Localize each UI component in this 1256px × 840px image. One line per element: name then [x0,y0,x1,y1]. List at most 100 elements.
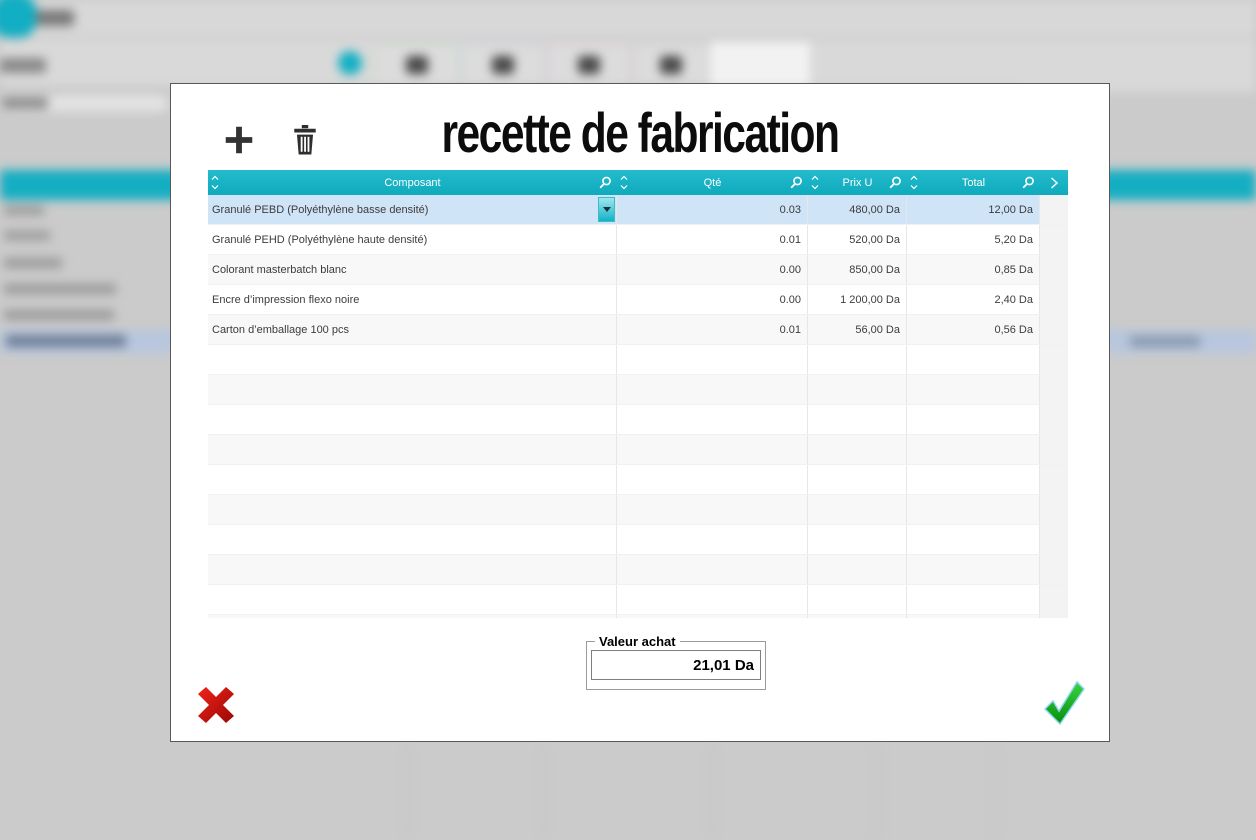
cell-composant[interactable] [208,495,617,524]
column-header-composant[interactable]: Composant [208,170,617,195]
cell-qte[interactable]: 0.01 [617,315,808,344]
cell-qte[interactable] [617,525,808,554]
table-row-empty[interactable] [208,375,1068,405]
cell-qte[interactable] [617,585,808,614]
cell-qte[interactable]: 0.03 [617,195,808,224]
cell-composant[interactable]: Colorant masterbatch blanc [208,255,617,284]
table-row-empty[interactable] [208,465,1068,495]
cell-qte[interactable]: 0.00 [617,285,808,314]
cell-composant[interactable] [208,615,617,618]
background-toolbar-icon [338,51,362,75]
cell-composant[interactable] [208,465,617,494]
cell-qte[interactable] [617,435,808,464]
cell-qte[interactable]: 0.00 [617,255,808,284]
cell-composant[interactable]: Carton d’emballage 100 pcs [208,315,617,344]
cell-qte[interactable] [617,555,808,584]
cell-qte[interactable] [617,495,808,524]
cell-total[interactable] [907,585,1040,614]
cancel-button[interactable] [191,682,241,730]
red-cross-icon [193,684,239,728]
confirm-button[interactable] [1039,678,1089,728]
cell-composant[interactable]: Granulé PEBD (Polyéthylène basse densité… [208,195,617,224]
background-toolbar-button [546,44,632,86]
cell-prix-u[interactable] [808,465,907,494]
background-column-line [995,742,998,840]
table-row-empty[interactable] [208,345,1068,375]
column-header-prix-u[interactable]: Prix U [808,170,907,195]
cell-composant[interactable] [208,435,617,464]
cell-composant[interactable] [208,375,617,404]
cell-qte[interactable]: 0.01 [617,225,808,254]
header-expand-button[interactable] [1040,170,1068,195]
composant-dropdown-button[interactable] [598,197,615,222]
cell-prix-u[interactable] [808,345,907,374]
cell-qte[interactable] [617,405,808,434]
cell-total[interactable] [907,405,1040,434]
cell-total[interactable]: 0,56 Da [907,315,1040,344]
search-icon[interactable] [790,176,803,189]
column-label: Total [962,177,985,189]
table-row-empty[interactable] [208,615,1068,618]
cell-total[interactable]: 5,20 Da [907,225,1040,254]
cell-prix-u[interactable] [808,405,907,434]
cell-text: 0.00 [780,264,801,276]
cell-total[interactable] [907,345,1040,374]
cell-prix-u[interactable] [808,585,907,614]
cell-total[interactable]: 2,40 Da [907,285,1040,314]
cell-composant[interactable] [208,405,617,434]
cell-text: 520,00 Da [849,234,900,246]
table-row[interactable]: Carton d’emballage 100 pcs0.0156,00 Da0,… [208,315,1068,345]
cell-total[interactable]: 0,85 Da [907,255,1040,284]
table-row[interactable]: Colorant masterbatch blanc 0.00 850,00 Da0… [208,255,1068,285]
cell-qte[interactable] [617,465,808,494]
cell-total[interactable] [907,495,1040,524]
cell-qte[interactable] [617,615,808,618]
recipe-dialog: recette de fabrication Composant Qté [170,83,1110,742]
table-row-empty[interactable] [208,555,1068,585]
column-header-qte[interactable]: Qté [617,170,808,195]
cell-composant[interactable]: Encre d’impression flexo noire [208,285,617,314]
cell-prix-u[interactable]: 56,00 Da [808,315,907,344]
table-row-empty[interactable] [208,525,1068,555]
cell-total[interactable] [907,525,1040,554]
cell-prix-u[interactable] [808,495,907,524]
cell-text: 0.01 [780,234,801,246]
cell-qte[interactable] [617,375,808,404]
column-header-total[interactable]: Total [907,170,1040,195]
cell-total[interactable] [907,615,1040,618]
cell-total[interactable] [907,555,1040,584]
cell-prix-u[interactable] [808,615,907,618]
table-row-empty[interactable] [208,435,1068,465]
cell-prix-u[interactable]: 480,00 Da [808,195,907,224]
search-icon[interactable] [889,176,902,189]
cell-prix-u[interactable] [808,435,907,464]
cell-composant[interactable] [208,555,617,584]
add-row-button[interactable] [221,122,257,158]
cell-composant[interactable] [208,585,617,614]
table-row-empty[interactable] [208,585,1068,615]
cell-prix-u[interactable]: 850,00 Da [808,255,907,284]
cell-total[interactable] [907,465,1040,494]
table-row[interactable]: Encre d’impression flexo noire0.001 200,… [208,285,1068,315]
table-row[interactable]: Granulé PEHD (Polyéthylène haute densité… [208,225,1068,255]
table-row-empty[interactable] [208,405,1068,435]
cell-total[interactable]: 12,00 Da [907,195,1040,224]
cell-composant[interactable] [208,345,617,374]
search-icon[interactable] [599,176,612,189]
background-column-line [543,742,546,840]
cell-total[interactable] [907,375,1040,404]
cell-prix-u[interactable]: 1 200,00 Da [808,285,907,314]
cell-composant[interactable] [208,525,617,554]
cell-prix-u[interactable] [808,525,907,554]
chevron-right-icon [1049,176,1059,190]
cell-total[interactable] [907,435,1040,464]
search-icon[interactable] [1022,176,1035,189]
valeur-achat-field[interactable]: 21,01 Da [591,650,761,680]
cell-composant[interactable]: Granulé PEHD (Polyéthylène haute densité… [208,225,617,254]
cell-qte[interactable] [617,345,808,374]
cell-prix-u[interactable]: 520,00 Da [808,225,907,254]
table-row[interactable]: Granulé PEBD (Polyéthylène basse densité… [208,195,1068,225]
table-row-empty[interactable] [208,495,1068,525]
cell-prix-u[interactable] [808,375,907,404]
cell-prix-u[interactable] [808,555,907,584]
